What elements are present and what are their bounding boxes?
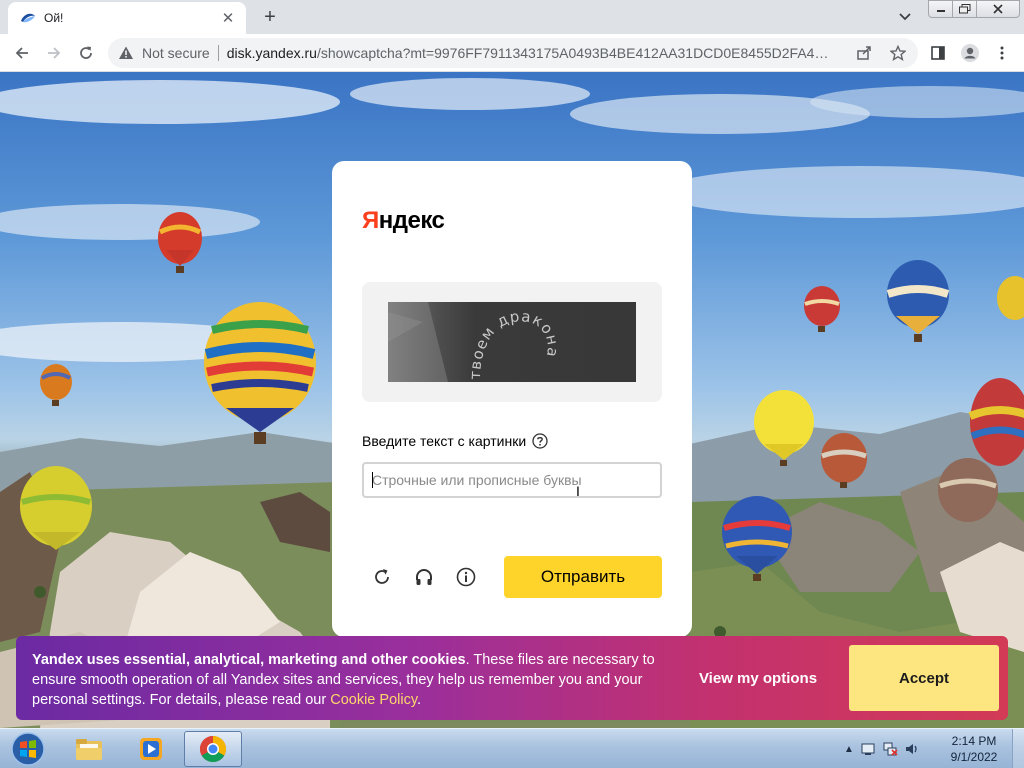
windows-orb-icon: [11, 732, 45, 766]
cookie-bold-text: Yandex uses essential, analytical, marke…: [32, 652, 466, 668]
captcha-prompt-label: Введите текст с картинки: [362, 433, 527, 449]
chrome-icon: [199, 735, 227, 763]
captcha-prompt: Введите текст с картинки: [362, 433, 548, 449]
taskbar-media-player[interactable]: [122, 731, 180, 767]
show-hidden-icons-icon[interactable]: ▲: [844, 744, 854, 755]
taskbar-windows-explorer[interactable]: [60, 731, 118, 767]
omnibox-separator: [217, 45, 219, 61]
balloon-left-top: [158, 212, 202, 273]
warning-icon[interactable]: [118, 45, 134, 61]
system-clock[interactable]: 2:14 PM 9/1/2022: [944, 733, 1004, 765]
captcha-image: твоем дракона: [388, 302, 636, 382]
clock-date: 9/1/2022: [950, 750, 998, 764]
cookie-consent-banner: Yandex uses essential, analytical, marke…: [16, 636, 1008, 720]
new-tab-button[interactable]: +: [258, 6, 282, 28]
question-help-icon[interactable]: [532, 433, 548, 449]
captcha-answer-input[interactable]: [362, 462, 662, 498]
forward-arrow-icon[interactable]: [42, 41, 66, 65]
submit-button[interactable]: Отправить: [504, 556, 662, 598]
bookmark-star-icon[interactable]: [886, 41, 910, 65]
cookie-policy-link[interactable]: Cookie Policy: [330, 692, 417, 708]
action-center-icon[interactable]: [860, 741, 876, 757]
page-viewport: Яндекс твоем дракона Введите текст с кар…: [0, 72, 1024, 728]
media-player-icon: [140, 738, 162, 760]
browser-menu-icon[interactable]: [990, 41, 1014, 65]
folder-icon: [76, 739, 102, 760]
tab-title: Ой!: [44, 11, 64, 25]
start-button[interactable]: [2, 730, 54, 768]
taskbar-google-chrome[interactable]: [184, 731, 242, 767]
logo-text: ндекс: [378, 207, 445, 234]
text-caret: [372, 472, 373, 488]
captcha-card: Яндекс твоем дракона Введите текст с кар…: [332, 161, 692, 637]
mouse-cursor-ibeam-icon: I: [576, 483, 580, 499]
reload-icon[interactable]: [74, 41, 98, 65]
volume-icon[interactable]: [904, 741, 920, 757]
url-path: /showcaptcha?mt=9976FF7911343175A0493B4B…: [316, 45, 837, 61]
view-my-options-button[interactable]: View my options: [692, 662, 824, 694]
browser-tabstrip: Ой! ✕ +: [0, 0, 1024, 34]
close-icon[interactable]: ✕: [220, 10, 236, 27]
address-bar[interactable]: Not secure disk.yandex.ru /showcaptcha?m…: [108, 38, 918, 68]
profile-avatar-icon[interactable]: [958, 41, 982, 65]
back-arrow-icon[interactable]: [10, 41, 34, 65]
not-secure-label: Not secure: [142, 45, 210, 61]
show-desktop-button[interactable]: [1012, 729, 1024, 768]
clock-time: 2:14 PM: [951, 734, 997, 748]
url-host: disk.yandex.ru: [226, 45, 317, 61]
minimize-window-button[interactable]: [928, 0, 954, 18]
browser-tab[interactable]: Ой! ✕: [8, 2, 246, 34]
network-icon[interactable]: [882, 741, 898, 757]
system-tray: ▲: [844, 731, 920, 767]
restore-window-button[interactable]: [952, 0, 978, 18]
audio-captcha-icon[interactable]: [410, 563, 438, 591]
accept-cookies-button[interactable]: Accept: [849, 645, 999, 711]
windows-taskbar: ▲ 2:14 PM 9/1/2022: [0, 728, 1024, 768]
tab-search-icon[interactable]: [896, 8, 914, 26]
info-icon[interactable]: [452, 563, 480, 591]
logo-letter-ya: Я: [362, 207, 379, 234]
cookie-consent-text: Yandex uses essential, analytical, marke…: [32, 650, 672, 710]
share-icon[interactable]: [852, 41, 876, 65]
side-panel-icon[interactable]: [926, 41, 950, 65]
refresh-icon[interactable]: [368, 563, 396, 591]
yandex-disk-favicon-icon: [21, 13, 35, 23]
close-window-button[interactable]: [976, 0, 1020, 18]
cookie-end-text: .: [417, 692, 422, 708]
yandex-logo[interactable]: Яндекс: [362, 207, 445, 235]
captcha-image-container: твоем дракона: [362, 282, 662, 402]
browser-toolbar: Not secure disk.yandex.ru /showcaptcha?m…: [0, 34, 1024, 72]
